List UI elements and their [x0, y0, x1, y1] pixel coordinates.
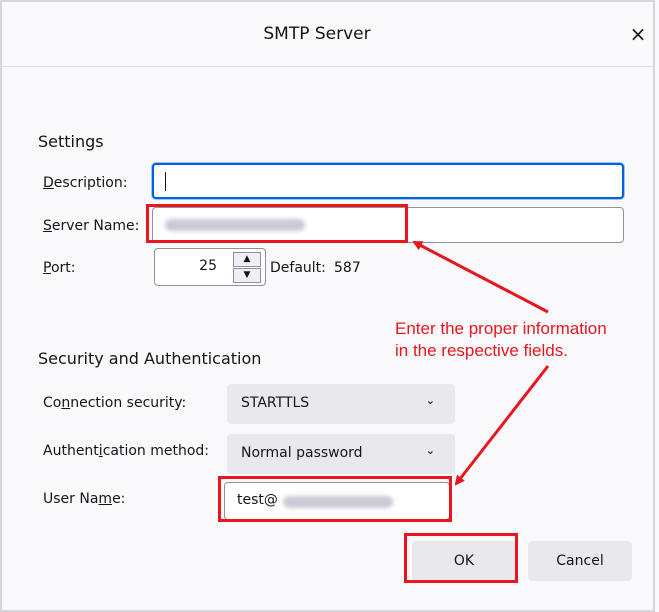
annotation-line-1: Enter the proper information	[395, 319, 607, 338]
annotation-arrows	[412, 240, 550, 486]
arrow-to-user-name	[454, 365, 550, 486]
annotation-line-2: in the respective fields.	[395, 341, 568, 360]
annotation-text: Enter the proper information in the resp…	[395, 318, 655, 362]
arrow-to-server-name	[412, 240, 549, 314]
